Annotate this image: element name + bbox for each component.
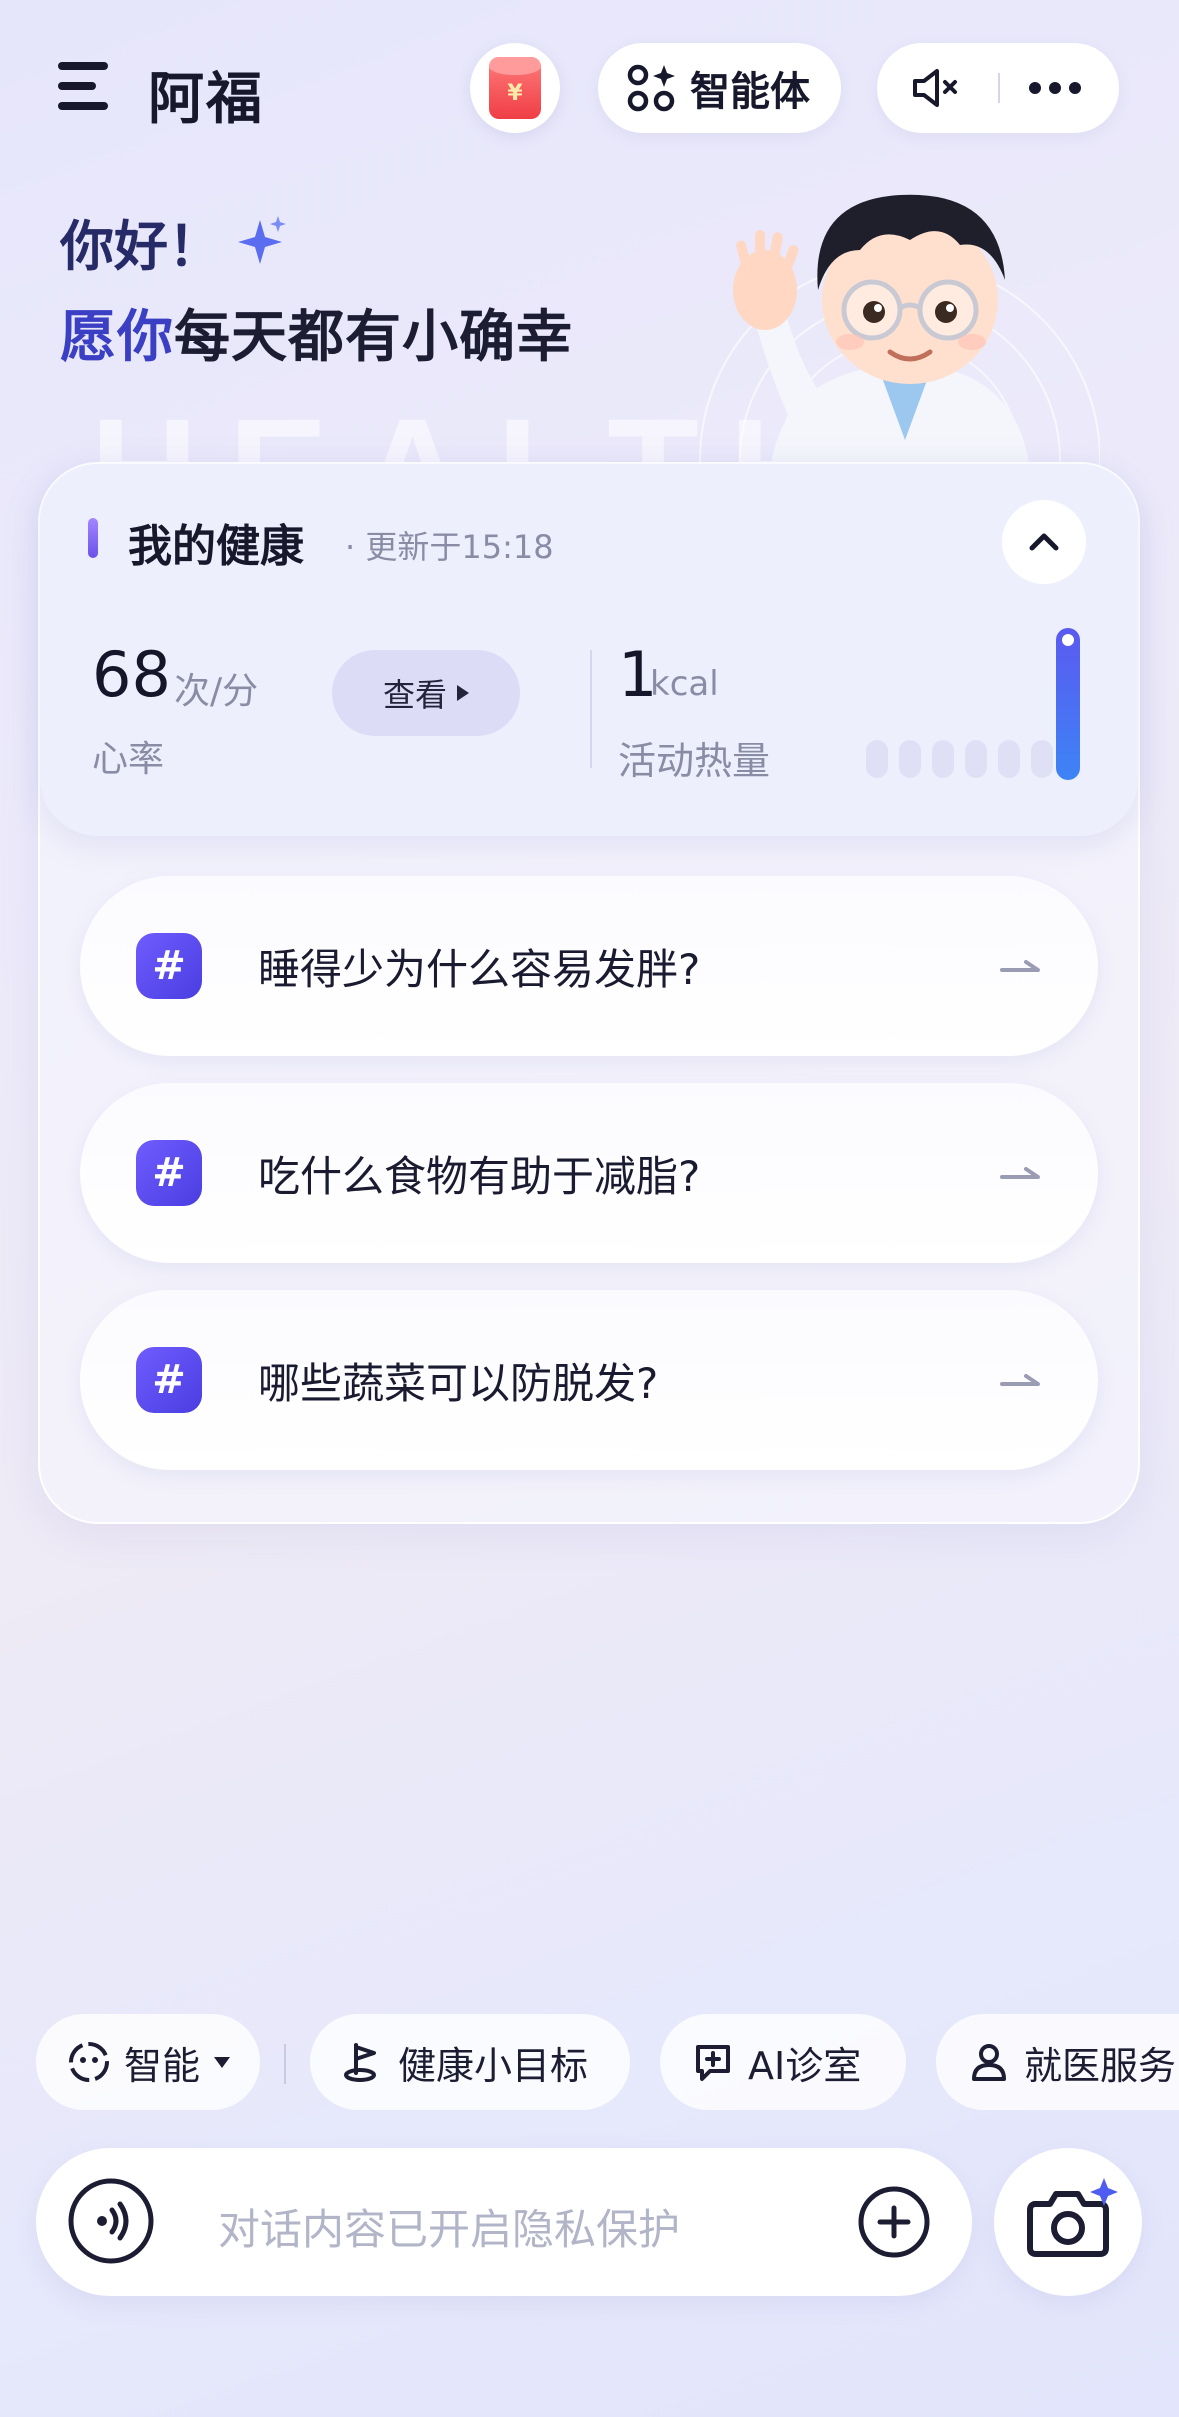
heart-rate-label: 心率 <box>92 739 165 780</box>
app-title: 阿福 <box>148 67 264 132</box>
chevron-up-icon <box>1029 533 1059 551</box>
activity-mini-bars <box>866 740 1053 780</box>
health-card-title: 我的健康 <box>128 521 304 572</box>
suggestion-text: 吃什么食物有助于减脂? <box>258 1151 701 1201</box>
agent-label: 智能体 <box>690 69 810 115</box>
agent-button[interactable]: 智能体 <box>598 43 841 133</box>
activity-level-bar <box>1056 628 1080 780</box>
collapse-button[interactable] <box>1002 500 1086 584</box>
suggestion-item[interactable]: # 吃什么食物有助于减脂? <box>80 1083 1098 1263</box>
chat-input-placeholder[interactable]: 对话内容已开启隐私保护 <box>218 2196 680 2257</box>
greeting-line1: 你好！ <box>60 202 290 281</box>
red-packet-button[interactable]: ¥ <box>470 43 560 133</box>
mode-selector-chip[interactable]: 智能 <box>36 2014 260 2110</box>
divider <box>998 73 1000 103</box>
chat-plus-icon <box>696 2045 730 2081</box>
top-right-actions <box>877 43 1119 133</box>
more-icon[interactable] <box>1027 79 1083 97</box>
voice-input-button[interactable] <box>66 2176 156 2266</box>
hashtag-icon: # <box>136 933 202 999</box>
updated-time: · 更新于15:18 <box>345 528 554 566</box>
apps-sparkle-icon <box>627 64 675 112</box>
chip-divider <box>284 2044 286 2084</box>
voice-wave-icon <box>68 2178 154 2264</box>
suggestion-item[interactable]: # 睡得少为什么容易发胖? <box>80 876 1098 1056</box>
camera-button[interactable] <box>994 2148 1142 2296</box>
doctor-mascot-illustration <box>699 194 1100 470</box>
play-arrow-icon <box>457 685 469 701</box>
plus-circle-icon <box>858 2186 930 2258</box>
medical-service-chip[interactable]: 就医服务 <box>936 2014 1179 2110</box>
sparkle-icon <box>238 215 286 264</box>
dropdown-caret-icon <box>214 2056 231 2068</box>
suggestion-text: 哪些蔬菜可以防脱发? <box>258 1358 659 1408</box>
smart-mode-icon <box>69 2042 109 2082</box>
greeting-line2: 愿你每天都有小确幸 <box>60 305 573 370</box>
arrow-right-icon <box>1000 960 1040 972</box>
hashtag-icon: # <box>136 1347 202 1413</box>
health-goal-chip[interactable]: 健康小目标 <box>310 2014 630 2110</box>
arrow-right-icon <box>1000 1167 1040 1179</box>
metric-divider <box>590 650 592 768</box>
calories-unit: kcal <box>650 664 719 704</box>
red-packet-icon: ¥ <box>489 57 541 119</box>
arrow-right-icon <box>1000 1374 1040 1386</box>
menu-icon[interactable] <box>58 62 108 112</box>
person-icon <box>972 2044 1006 2081</box>
calories-label: 活动热量 <box>618 739 771 783</box>
ai-clinic-chip[interactable]: AI诊室 <box>660 2014 906 2110</box>
suggestion-text: 睡得少为什么容易发胖? <box>258 944 701 994</box>
heart-rate-value: 68 <box>92 638 171 711</box>
speaker-muted-icon[interactable] <box>911 68 967 108</box>
title-accent-bar <box>88 518 98 558</box>
hashtag-icon: # <box>136 1140 202 1206</box>
heart-rate-unit: 次/分 <box>174 671 259 712</box>
view-button[interactable]: 查看 <box>332 650 520 736</box>
camera-sparkle-icon <box>1027 2178 1118 2257</box>
add-button[interactable] <box>856 2184 932 2260</box>
flag-goal-icon <box>344 2043 376 2082</box>
suggestion-item[interactable]: # 哪些蔬菜可以防脱发? <box>80 1290 1098 1470</box>
